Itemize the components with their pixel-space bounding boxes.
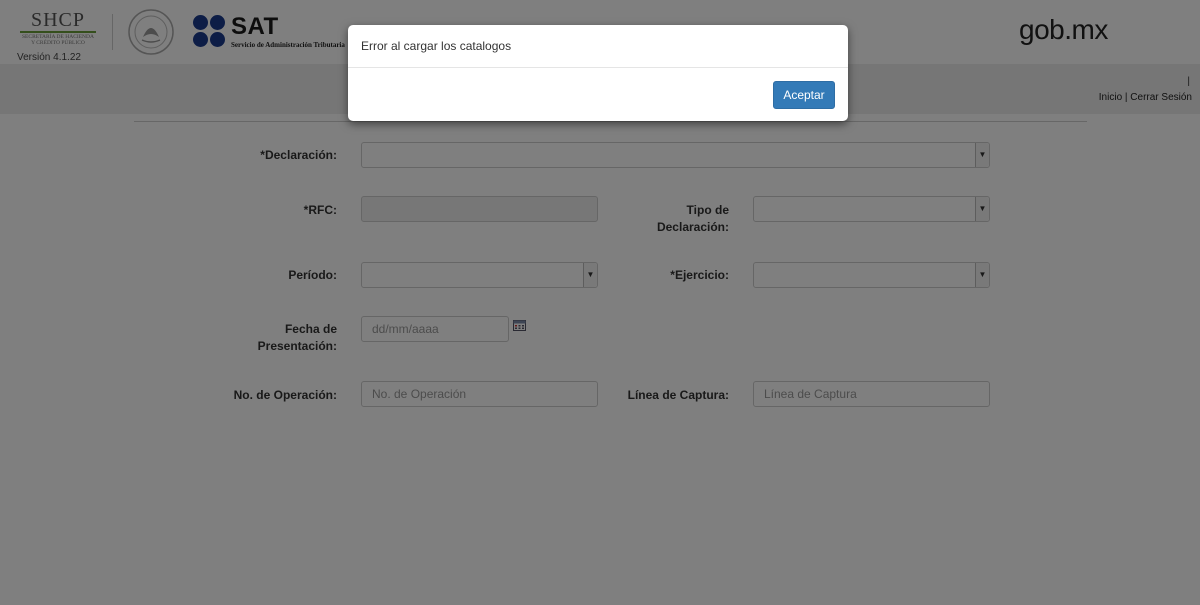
dialog-message: Error al cargar los catalogos — [361, 39, 512, 53]
aceptar-button[interactable]: Aceptar — [773, 81, 835, 109]
error-dialog: Error al cargar los catalogos Aceptar — [348, 25, 848, 121]
